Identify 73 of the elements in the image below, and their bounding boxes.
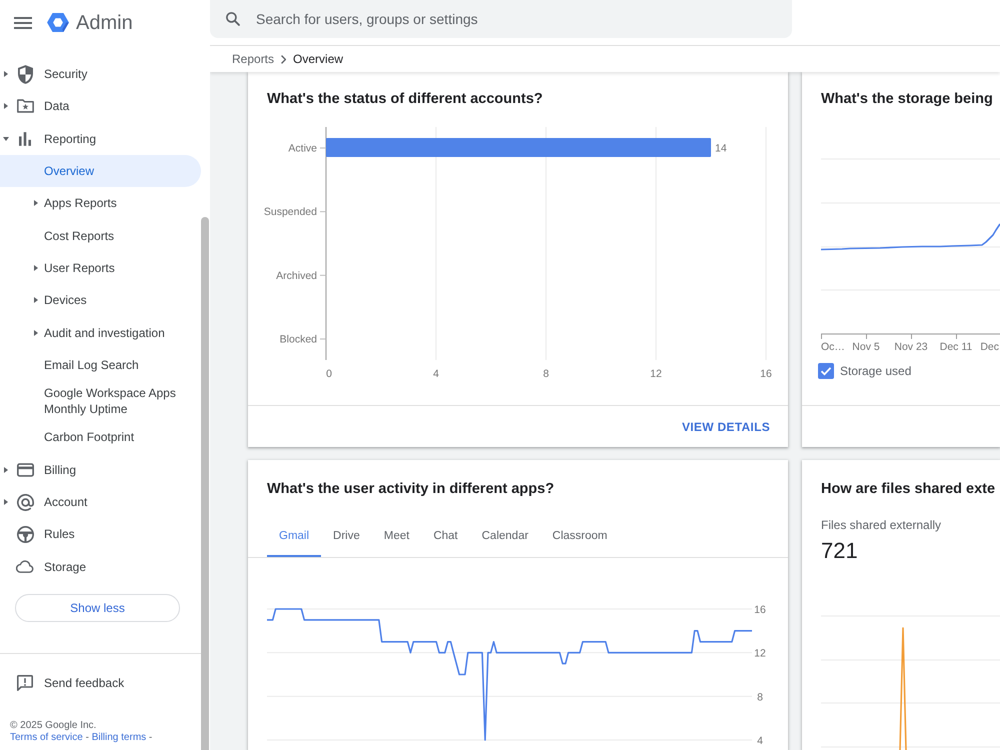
at-sign-icon [16,494,34,511]
shield-icon [18,64,32,84]
axis-label: Blocked [280,334,317,346]
axis-label: Nov 5 [852,341,880,353]
card-title: How are files shared exte [820,480,996,499]
tab[interactable]: Meet [372,518,422,557]
checkbox[interactable] [818,363,834,379]
breadcrumb-link[interactable]: Reports [232,51,274,67]
folder-star-icon [16,99,34,114]
legend-label: Storage used [840,363,912,379]
steering-wheel-icon [16,526,34,543]
search-icon [226,12,240,26]
axis-label: 12 [650,368,662,380]
nav-item[interactable]: Overview [0,154,201,188]
nav-item[interactable]: Audit and investigation [0,316,201,349]
metric-label: Files shared externally [820,517,942,533]
nav-item[interactable]: Email Log Search [0,348,201,382]
tab[interactable]: Chat [421,518,470,557]
axis-label: 16 [760,368,772,380]
axis-label: 0 [326,368,332,380]
nav-item[interactable]: Rules [0,518,201,551]
nav-item[interactable]: Storage [0,550,201,583]
axis-label: 8 [757,691,763,704]
axis-label: Nov 23 [894,341,928,353]
bar-chart-icon [19,132,31,146]
menu-icon[interactable] [14,16,32,28]
scrollbar-thumb[interactable] [201,217,209,750]
copyright-text: © 2025 Google Inc. [9,720,98,732]
card-title: What's the status of different accounts? [266,90,544,109]
value-label: 14 [715,142,727,154]
breadcrumb-current: Overview [293,51,344,67]
show-less-button[interactable]: Show less [15,594,180,622]
nav-item[interactable]: Data [0,90,201,123]
chevron-right-icon [281,54,286,64]
axis-label: Suspended [264,206,317,218]
card-title: What's the storage being [820,90,994,109]
axis-label: 4 [757,735,763,747]
nav-item[interactable]: Devices [0,284,201,317]
credit-card-icon [16,462,34,477]
send-feedback-item[interactable]: Send feedback [0,666,201,699]
axis-label: 12 [754,648,766,660]
nav-item[interactable]: Google Workspace Apps Monthly Uptime [0,381,201,422]
axis-label: Dec [980,341,999,353]
nav-item[interactable]: Cost Reports [0,220,201,252]
app-title: Admin [76,10,133,34]
axis-label: Archived [276,270,317,282]
nav-item[interactable]: User Reports [0,252,201,284]
nav-item[interactable]: Apps Reports [0,187,201,220]
feedback-icon [17,674,33,691]
axis-label: Oc… [821,341,845,353]
nav-item[interactable]: Carbon Footprint [0,421,201,454]
footer-link[interactable]: Terms of service [10,732,83,743]
metric-value: 721 [820,538,859,564]
footer-links-text: Terms of service - Billing terms - [9,732,154,744]
axis-label: 8 [543,368,549,380]
tab[interactable]: Drive [321,518,372,557]
card-title: What's the user activity in different apps? [266,480,556,499]
search-field[interactable]: Search for users, groups or settings [210,0,792,38]
axis-label: Dec 11 [940,341,972,353]
axis-label: 4 [433,368,439,380]
view-details-button[interactable]: VIEW DETAILS [682,418,770,436]
tab[interactable]: Classroom [540,518,620,557]
tab[interactable]: Calendar [470,518,540,557]
footer-link[interactable]: Billing terms [92,732,146,743]
nav-item[interactable]: Billing [0,454,201,486]
nav-item[interactable]: Reporting [0,122,201,155]
cloud-icon [16,560,34,574]
tab[interactable]: Gmail [267,518,322,557]
nav-item[interactable]: Account [0,486,201,518]
nav-item[interactable]: Security [0,58,201,90]
axis-label: Active [288,142,317,154]
axis-label: 16 [754,604,766,616]
logo-icon [47,13,69,32]
